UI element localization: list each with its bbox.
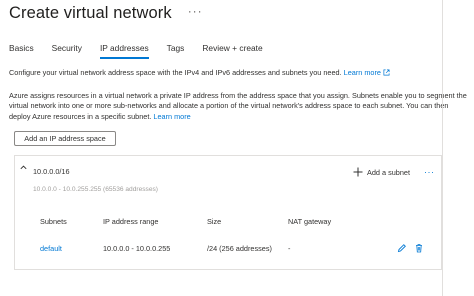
info-paragraph: Azure assigns resources in a virtual net… [9,91,469,122]
edit-subnet-button[interactable] [396,242,408,254]
panel-divider [442,0,443,296]
more-options-icon[interactable]: ··· [188,5,203,17]
address-space-range: 10.0.0.0 - 10.0.255.255 (65536 addresses… [33,186,159,193]
delete-subnet-button[interactable] [413,242,425,254]
subnet-size: /24 (256 addresses) [207,244,272,253]
column-header-size: Size [207,217,222,226]
tab-ip-addresses[interactable]: IP addresses [99,36,149,60]
pencil-icon [397,244,406,253]
page-header: Create virtual network ··· [9,0,203,26]
tab-review-create[interactable]: Review + create [202,36,262,60]
plus-icon [353,167,363,177]
tab-bar: Basics Security IP addresses Tags Review… [9,36,281,60]
intro-paragraph: Configure your virtual network address s… [9,68,469,78]
column-header-nat-gateway: NAT gateway [288,217,332,226]
address-space-more-icon[interactable]: ··· [424,168,435,177]
page-title: Create virtual network [9,3,172,22]
chevron-up-icon[interactable] [19,163,28,172]
trash-icon [416,244,422,253]
address-space-card: 10.0.0.0/16 10.0.0.0 - 10.0.255.255 (655… [14,155,442,270]
address-space-value: 10.0.0.0/16 [33,167,70,176]
external-link-icon [383,69,390,76]
column-header-subnets: Subnets [40,217,67,226]
add-subnet-button[interactable]: Add a subnet [353,167,410,177]
tab-security[interactable]: Security [52,36,82,60]
intro-text: Configure your virtual network address s… [9,68,342,77]
info-learn-more-link[interactable]: Learn more [153,112,190,121]
tab-basics[interactable]: Basics [9,36,34,60]
intro-learn-more-link[interactable]: Learn more [344,68,381,77]
info-text: Azure assigns resources in a virtual net… [9,91,467,121]
subnet-nat-gateway: - [288,244,291,253]
subnet-name-link[interactable]: default [40,244,62,253]
add-ip-address-space-button[interactable]: Add an IP address space [14,131,116,146]
add-subnet-label: Add a subnet [367,167,411,177]
address-space-header: 10.0.0.0/16 10.0.0.0 - 10.0.255.255 (655… [15,156,441,196]
tab-tags[interactable]: Tags [167,36,185,60]
column-header-ip-range: IP address range [103,217,159,226]
subnet-ip-range: 10.0.0.0 - 10.0.0.255 [103,244,171,253]
